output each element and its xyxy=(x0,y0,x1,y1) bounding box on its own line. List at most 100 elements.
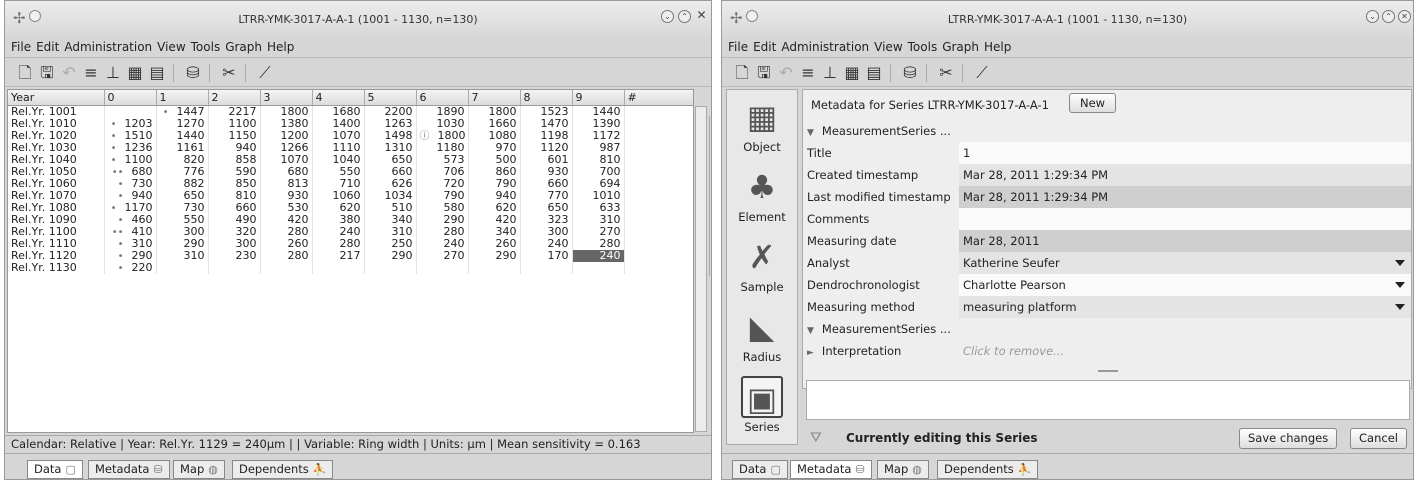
minimize-icon[interactable]: ⌄ xyxy=(1366,10,1379,23)
ring-width-cell[interactable]: 882 xyxy=(156,177,209,190)
ring-width-cell[interactable]: 1070 xyxy=(312,129,365,142)
ring-width-cell[interactable]: 1800 xyxy=(260,105,313,118)
menu-help[interactable]: Help xyxy=(267,37,294,57)
ring-width-cell[interactable] xyxy=(572,261,625,274)
ring-width-cell[interactable]: 790 xyxy=(468,177,521,190)
ring-width-cell[interactable]: 2217 xyxy=(208,105,261,118)
year-cell[interactable]: Rel.Yr. 1120 xyxy=(8,249,105,262)
ring-width-cell[interactable]: 1660 xyxy=(468,117,521,130)
ring-width-cell[interactable]: 620 xyxy=(468,201,521,214)
ring-width-cell[interactable] xyxy=(208,261,261,274)
ring-width-cell[interactable]: 1120 xyxy=(520,141,573,154)
ring-width-cell[interactable]: 680 xyxy=(260,165,313,178)
database-icon[interactable]: ⛁ xyxy=(183,63,203,83)
ring-width-cell[interactable]: 1310 xyxy=(364,141,417,154)
year-cell[interactable]: Rel.Yr. 1050 xyxy=(8,165,105,178)
ring-width-cell[interactable]: 420 xyxy=(468,213,521,226)
ring-width-cell[interactable]: 1440 xyxy=(156,129,209,142)
ring-width-cell[interactable]: 290 xyxy=(416,213,469,226)
ring-width-cell[interactable]: 1470 xyxy=(520,117,573,130)
tab-metadata[interactable]: Metadata ⛁ xyxy=(88,460,170,479)
ring-width-cell[interactable] xyxy=(364,261,417,274)
menu-administration[interactable]: Administration xyxy=(64,37,152,57)
menu-tools[interactable]: Tools xyxy=(191,37,221,57)
calculator-icon[interactable]: ▦ xyxy=(125,63,145,83)
ring-width-cell[interactable]: 260 xyxy=(468,237,521,250)
ring-width-cell[interactable]: 250 xyxy=(364,237,417,250)
save-icon[interactable]: 🖫 xyxy=(754,63,774,83)
sidebar-item-element[interactable]: ♣ Element xyxy=(727,160,797,230)
ring-width-cell[interactable]: 320 xyxy=(208,225,261,238)
column-header[interactable]: 9 xyxy=(572,90,625,106)
menu-graph[interactable]: Graph xyxy=(942,37,979,57)
ring-width-cell[interactable]: 1198 xyxy=(520,129,573,142)
ring-width-cell[interactable]: 1070 xyxy=(260,153,313,166)
ring-width-cell[interactable]: 1010 xyxy=(572,189,625,202)
ring-width-cell[interactable]: 620 xyxy=(312,201,365,214)
menu-view[interactable]: View xyxy=(157,37,185,57)
year-cell[interactable]: Rel.Yr. 1130 xyxy=(8,261,105,274)
column-header[interactable]: 5 xyxy=(364,90,417,106)
sidebar-item-object[interactable]: ▦ Object xyxy=(727,90,797,160)
group-measurement-series[interactable]: ▼ MeasurementSeries ... xyxy=(803,120,1411,142)
column-header[interactable]: Year xyxy=(8,90,105,106)
cut-icon[interactable]: ✂ xyxy=(219,63,239,83)
year-cell[interactable]: Rel.Yr. 1001 xyxy=(8,105,105,118)
splitter-handle[interactable] xyxy=(709,116,711,276)
ring-width-cell[interactable]: 1200 xyxy=(260,129,313,142)
ring-width-cell[interactable]: 1034 xyxy=(364,189,417,202)
lines-icon[interactable]: ≡ xyxy=(798,63,818,83)
graph-icon[interactable]: ⟋ xyxy=(972,63,992,83)
ring-width-cell[interactable]: 530 xyxy=(260,201,313,214)
year-cell[interactable]: Rel.Yr. 1030 xyxy=(8,141,105,154)
ring-width-cell[interactable]: 510 xyxy=(364,201,417,214)
ring-width-cell[interactable] xyxy=(520,261,573,274)
ring-width-cell[interactable]: 420 xyxy=(260,213,313,226)
ring-width-cell[interactable]: 240 xyxy=(520,237,573,250)
ring-width-cell[interactable]: 650 xyxy=(156,189,209,202)
tab-data[interactable]: Data ▢ xyxy=(732,460,788,479)
ring-width-cell[interactable]: 1180 xyxy=(416,141,469,154)
ring-width-cell[interactable]: 340 xyxy=(468,225,521,238)
column-header[interactable]: 7 xyxy=(468,90,521,106)
ring-width-cell[interactable]: 590 xyxy=(208,165,261,178)
menu-file[interactable]: File xyxy=(728,37,748,57)
tab-dependents[interactable]: Dependents ⛹ xyxy=(232,460,334,479)
ring-width-cell[interactable]: 1270 xyxy=(156,117,209,130)
ring-width-cell[interactable]: 987 xyxy=(572,141,625,154)
window-menu-icon[interactable] xyxy=(29,10,41,22)
ring-width-cell[interactable]: 940 xyxy=(208,141,261,154)
ring-width-cell[interactable]: 490 xyxy=(208,213,261,226)
ring-width-cell[interactable]: 290 xyxy=(156,237,209,250)
year-cell[interactable]: Rel.Yr. 1110 xyxy=(8,237,105,250)
ring-width-cell[interactable]: 1266 xyxy=(260,141,313,154)
ring-width-cell[interactable]: 240 xyxy=(416,237,469,250)
ring-width-cell[interactable] xyxy=(468,261,521,274)
field-value[interactable]: Mar 28, 2011 1:29:34 PM xyxy=(959,164,1411,186)
ring-width-cell[interactable]: 1263 xyxy=(364,117,417,130)
ring-width-cell[interactable]: 650 xyxy=(520,201,573,214)
ring-width-cell[interactable]: 650 xyxy=(364,153,417,166)
menu-administration[interactable]: Administration xyxy=(781,37,869,57)
ring-width-cell[interactable]: 1040 xyxy=(312,153,365,166)
ring-width-cell[interactable]: 730 xyxy=(156,201,209,214)
ring-width-cell[interactable]: 633 xyxy=(572,201,625,214)
field-value[interactable]: Mar 28, 2011 1:29:34 PM xyxy=(959,186,1411,208)
ring-width-cell[interactable]: 660 xyxy=(364,165,417,178)
ring-width-cell[interactable]: 500 xyxy=(468,153,521,166)
database-icon[interactable]: ⛁ xyxy=(900,63,920,83)
field-value[interactable]: 1 xyxy=(959,142,1411,164)
ring-width-cell[interactable]: 270 xyxy=(416,249,469,262)
ring-width-cell[interactable]: 290 xyxy=(364,249,417,262)
column-header[interactable]: 1 xyxy=(156,90,209,106)
measure-icon[interactable]: ⊥ xyxy=(103,63,123,83)
ring-width-cell[interactable]: 340 xyxy=(364,213,417,226)
tab-map[interactable]: Map ◍ xyxy=(877,460,929,479)
ring-width-cell[interactable]: 930 xyxy=(520,165,573,178)
ring-width-cell[interactable]: 280 xyxy=(260,225,313,238)
year-cell[interactable]: Rel.Yr. 1040 xyxy=(8,153,105,166)
ring-width-cell[interactable]: 720 xyxy=(416,177,469,190)
ring-width-cell[interactable]: 700 xyxy=(572,165,625,178)
new-document-icon[interactable]: 🗋 xyxy=(732,63,752,83)
ring-width-cell[interactable]: 380 xyxy=(312,213,365,226)
